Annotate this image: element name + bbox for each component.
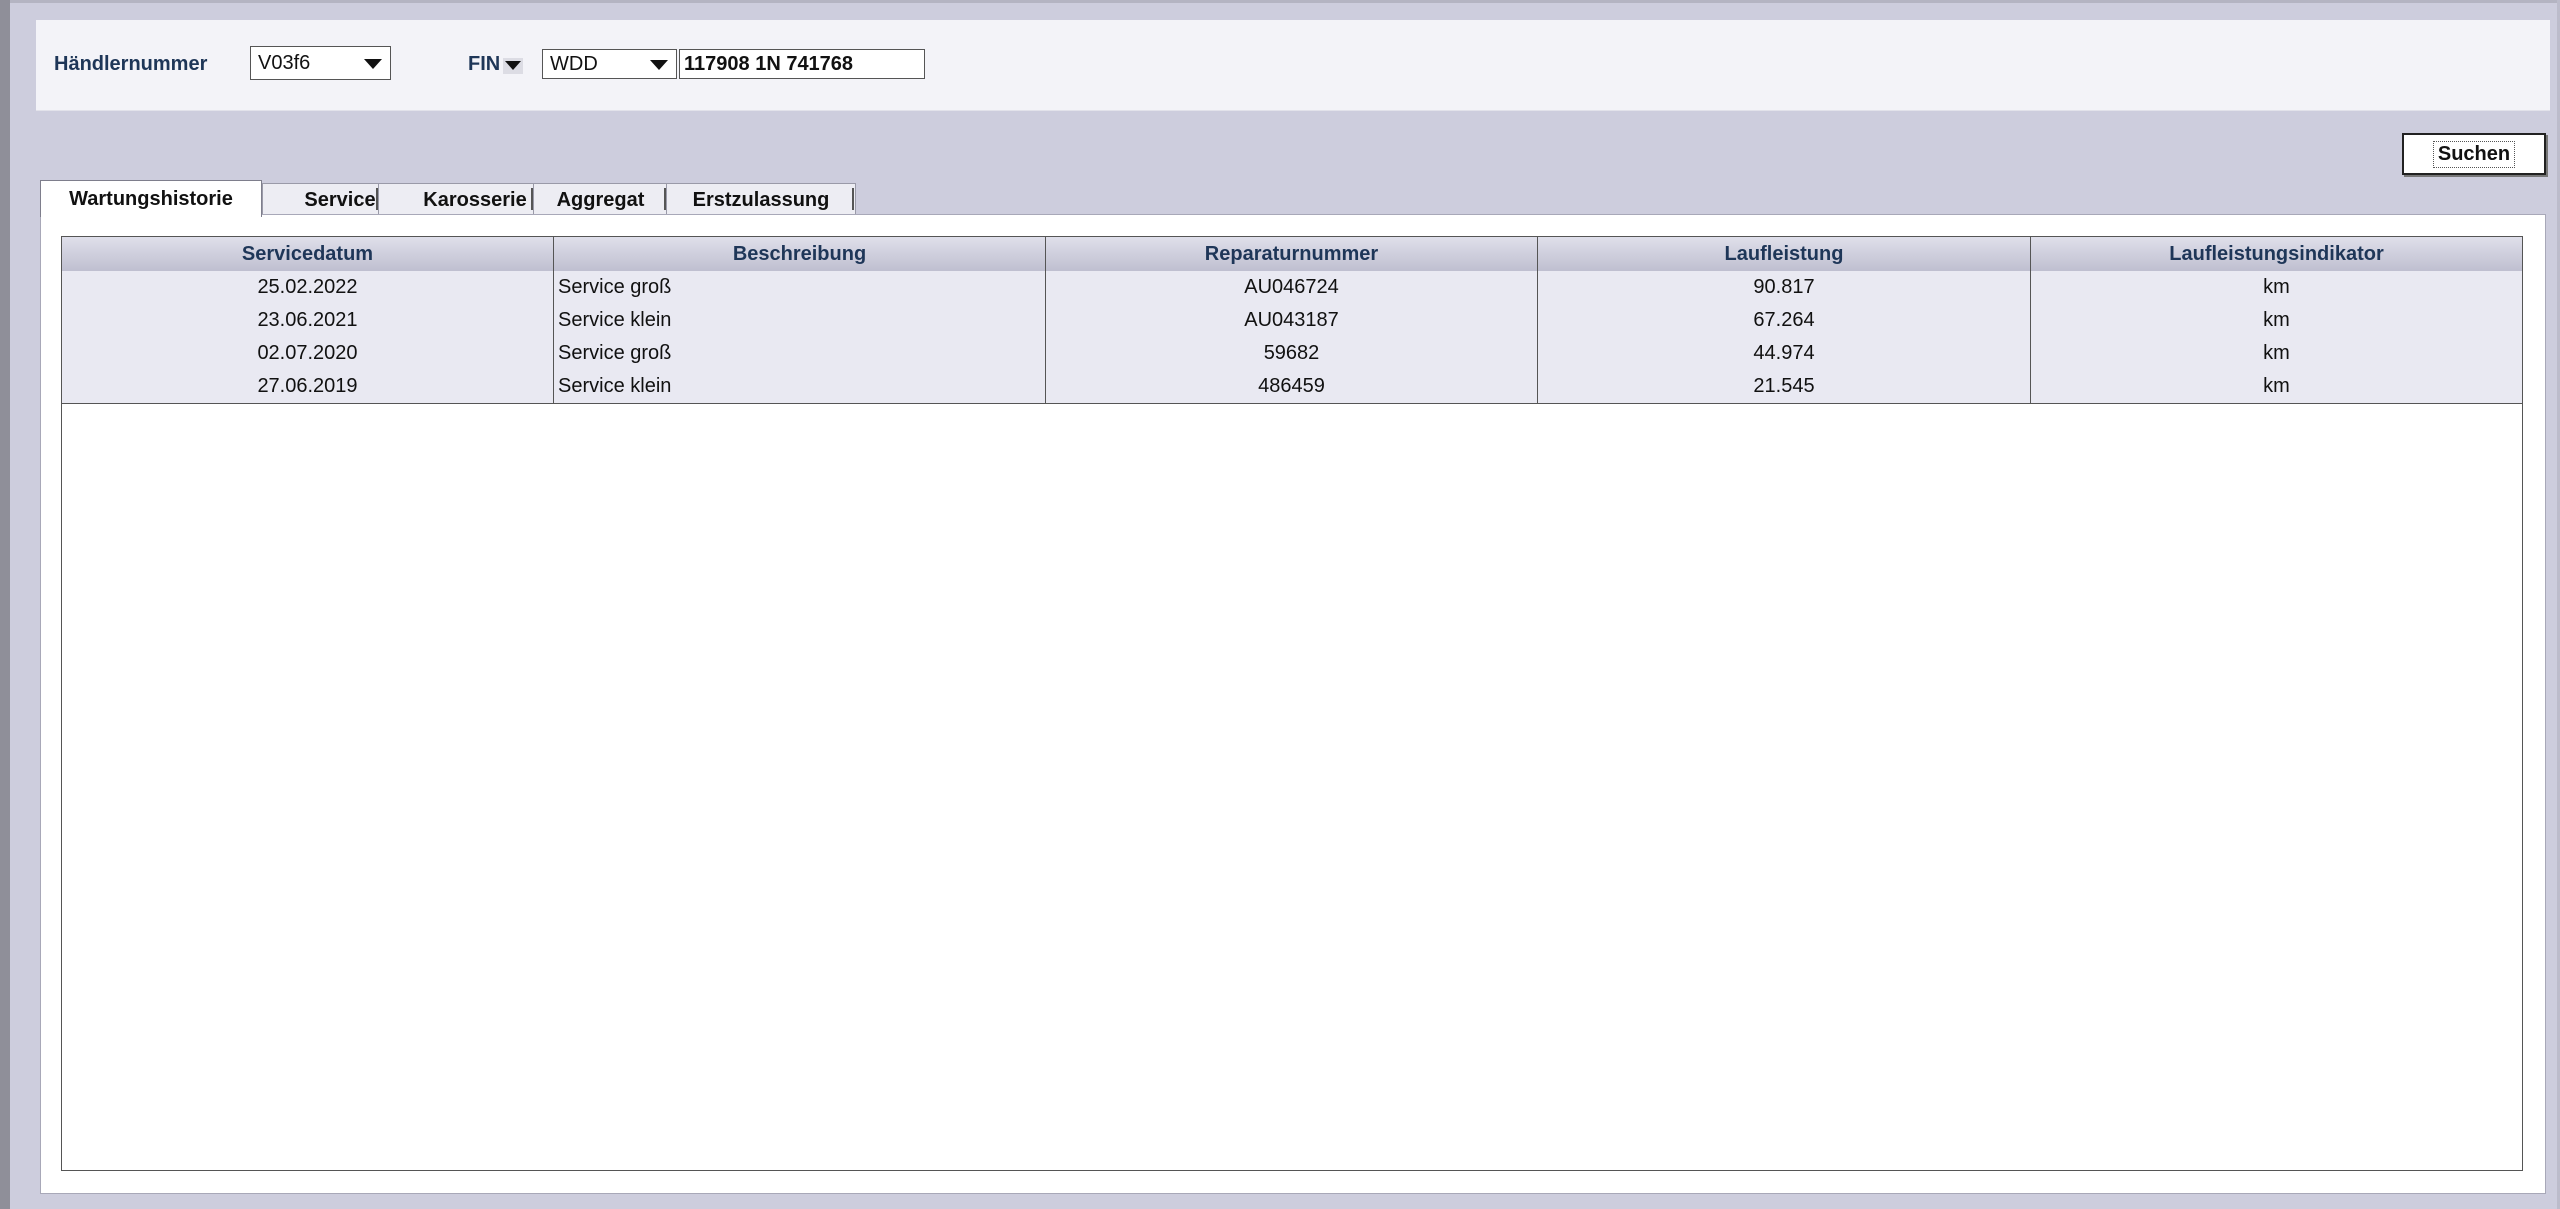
table-row[interactable]: 02.07.2020 Service groß 59682 44.974 km: [62, 337, 2522, 371]
table-header-row: Servicedatum Beschreibung Reparaturnumme…: [62, 237, 2522, 272]
column-header-laufleistung[interactable]: Laufleistung: [1538, 237, 2031, 271]
cell-laufleistungsindikator: km: [2263, 342, 2290, 364]
cell-reparaturnummer: 59682: [1046, 337, 1538, 370]
cell-reparaturnummer: AU043187: [1046, 304, 1538, 337]
cell-beschreibung: Service groß: [554, 271, 1046, 304]
fin-prefix-value: WDD: [550, 53, 598, 75]
cell-servicedatum: 25.02.2022: [62, 271, 554, 304]
search-button-label: Suchen: [2432, 140, 2516, 168]
maintenance-history-table: Servicedatum Beschreibung Reparaturnumme…: [61, 236, 2523, 1171]
tab-separator: [852, 188, 854, 210]
column-header-laufleistungsindikator[interactable]: Laufleistungsindikator: [2031, 237, 2522, 271]
table-row[interactable]: 23.06.2021 Service klein AU043187 67.264…: [62, 304, 2522, 338]
chevron-down-icon: [364, 59, 382, 69]
fin-prefix-select[interactable]: WDD: [542, 49, 677, 79]
column-header-beschreibung[interactable]: Beschreibung: [554, 237, 1046, 271]
window-left-edge: [0, 0, 10, 1209]
cell-laufleistungsindikator: km: [2263, 375, 2290, 397]
column-header-servicedatum[interactable]: Servicedatum: [62, 237, 554, 271]
dealer-number-value: V03f6: [258, 52, 311, 74]
tab-erstzulassung[interactable]: Erstzulassung: [666, 183, 856, 216]
cell-laufleistung: 67.264: [1538, 304, 2031, 337]
filter-panel: Händlernummer V03f6 FIN WDD: [36, 20, 2550, 111]
table-row[interactable]: 27.06.2019 Service klein 486459 21.545 k…: [62, 370, 2522, 404]
fin-input[interactable]: [679, 49, 925, 79]
dealer-number-label: Händlernummer: [54, 53, 208, 75]
chevron-down-icon: [650, 60, 668, 70]
search-button[interactable]: Suchen: [2402, 133, 2546, 175]
table-row[interactable]: 25.02.2022 Service groß AU046724 90.817 …: [62, 271, 2522, 305]
cell-servicedatum: 02.07.2020: [62, 337, 554, 370]
tab-wartungshistorie[interactable]: Wartungshistorie: [40, 180, 262, 217]
cell-beschreibung: Service klein: [554, 370, 1046, 403]
column-header-reparaturnummer[interactable]: Reparaturnummer: [1046, 237, 1538, 271]
cell-beschreibung: Service groß: [554, 337, 1046, 370]
cell-servicedatum: 23.06.2021: [62, 304, 554, 337]
fin-label: FIN: [468, 53, 501, 75]
window-top-edge: [0, 0, 2560, 3]
fin-dropdown-icon[interactable]: [503, 58, 523, 74]
cell-laufleistungsindikator: km: [2263, 309, 2290, 331]
cell-laufleistung: 44.974: [1538, 337, 2031, 370]
dealer-number-select[interactable]: V03f6: [250, 46, 391, 80]
cell-laufleistung: 21.545: [1538, 370, 2031, 403]
cell-reparaturnummer: 486459: [1046, 370, 1538, 403]
cell-servicedatum: 27.06.2019: [62, 370, 554, 403]
cell-laufleistungsindikator: km: [2263, 276, 2290, 298]
cell-reparaturnummer: AU046724: [1046, 271, 1538, 304]
cell-beschreibung: Service klein: [554, 304, 1046, 337]
cell-laufleistung: 90.817: [1538, 271, 2031, 304]
tab-aggregat[interactable]: Aggregat: [533, 183, 668, 216]
